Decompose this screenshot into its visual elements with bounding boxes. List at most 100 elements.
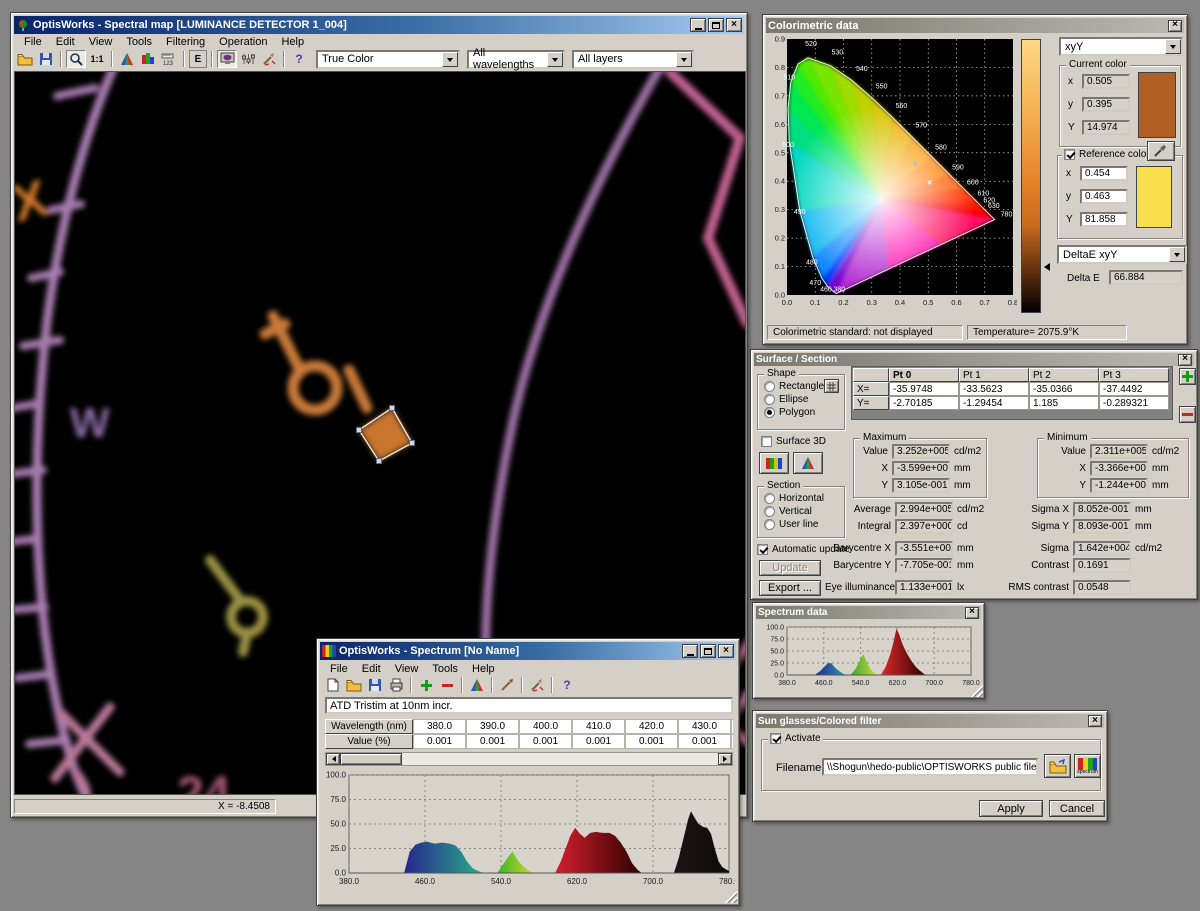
chevron-down-icon[interactable] (1169, 247, 1185, 262)
table-cell[interactable]: 0.001 (413, 734, 466, 749)
table-cell[interactable]: 0.001 (572, 734, 625, 749)
chevron-down-icon[interactable] (676, 52, 692, 67)
close-button[interactable]: × (718, 644, 734, 658)
table-cell[interactable]: 0.001 (466, 734, 519, 749)
print-icon[interactable] (386, 676, 406, 694)
table-cell[interactable]: 410.0 (572, 719, 625, 734)
title-bar[interactable]: OptisWorks - Spectral map [LUMINANCE DET… (14, 16, 744, 34)
e-tool-icon[interactable]: E (189, 50, 207, 68)
menu-edit[interactable]: Edit (50, 35, 81, 49)
close-button[interactable]: × (1168, 20, 1182, 32)
table-cell[interactable]: 380.0 (413, 719, 466, 734)
column-header[interactable]: Pt 3 (1099, 368, 1169, 382)
browse-button[interactable] (1044, 754, 1071, 778)
menu-help[interactable]: Help (466, 662, 501, 676)
help-icon[interactable]: ? (557, 676, 577, 694)
spectrum-view-button[interactable] (759, 452, 789, 474)
menu-help[interactable]: Help (275, 35, 310, 49)
reference-color-checkbox[interactable] (1064, 149, 1075, 160)
cie-diagram-icon[interactable] (467, 676, 487, 694)
remove-point-button[interactable] (1179, 406, 1196, 423)
table-cell[interactable]: 420.0 (625, 719, 678, 734)
open-icon[interactable] (344, 676, 364, 694)
table-cell[interactable]: 0.001 (678, 734, 731, 749)
menu-tools[interactable]: Tools (120, 35, 158, 49)
wavelength-table[interactable]: Wavelength (nm)380.0390.0400.0410.0420.0… (325, 719, 733, 750)
delta-mode-combo[interactable]: DeltaE xyY (1057, 245, 1187, 264)
new-icon[interactable] (323, 676, 343, 694)
scroll-right-button[interactable] (718, 753, 732, 765)
wavelengths-combo[interactable]: All wavelengths (467, 50, 565, 69)
maximize-button[interactable] (708, 18, 724, 32)
radio-horizontal[interactable] (764, 493, 775, 504)
one-to-one-icon[interactable]: 1:1 (87, 50, 107, 68)
minimize-button[interactable] (682, 644, 698, 658)
column-header[interactable]: Pt 1 (959, 368, 1029, 382)
levels-icon[interactable] (238, 50, 258, 68)
reference-Y-field[interactable]: 81.858 (1080, 212, 1128, 227)
table-cell[interactable]: -2.70185 (889, 396, 959, 410)
measure-icon[interactable] (259, 50, 279, 68)
open-icon[interactable] (15, 50, 35, 68)
title-bar[interactable]: Colorimetric data × (766, 18, 1184, 33)
table-cell[interactable]: -35.9748 (889, 382, 959, 396)
column-header[interactable]: Pt 2 (1029, 368, 1099, 382)
table-cell[interactable]: 1.185 (1029, 396, 1099, 410)
eyedropper-button[interactable] (1147, 141, 1175, 161)
title-bar[interactable]: Sun glasses/Colored filter × (756, 714, 1104, 728)
radio-polygon[interactable] (764, 407, 775, 418)
menu-file[interactable]: File (324, 662, 354, 676)
cie-diagram-icon[interactable] (117, 50, 137, 68)
display-icon[interactable] (217, 50, 237, 68)
table-cell[interactable]: 1.17 (731, 734, 733, 749)
table-cell[interactable]: -37.4492 (1099, 382, 1169, 396)
menu-view[interactable]: View (83, 35, 119, 49)
horizontal-scrollbar[interactable] (325, 752, 733, 766)
add-point-button[interactable] (1179, 368, 1196, 385)
save-icon[interactable] (365, 676, 385, 694)
menu-view[interactable]: View (389, 662, 425, 676)
shape-picker-button[interactable] (824, 379, 839, 393)
table-cell[interactable]: 440.0 (731, 719, 733, 734)
apply-button[interactable]: Apply (979, 800, 1043, 817)
menu-tools[interactable]: Tools (426, 662, 464, 676)
display-mode-combo[interactable]: True Color (316, 50, 460, 69)
close-button[interactable]: × (726, 18, 742, 32)
close-button[interactable]: × (965, 607, 979, 619)
pen-icon[interactable] (497, 676, 517, 694)
maximize-button[interactable] (700, 644, 716, 658)
menu-filtering[interactable]: Filtering (160, 35, 211, 49)
reference-y-field[interactable]: 0.463 (1080, 189, 1128, 204)
table-cell[interactable]: 400.0 (519, 719, 572, 734)
automatic-update-checkbox[interactable] (757, 544, 768, 555)
help-icon[interactable]: ? (289, 50, 309, 68)
cancel-button[interactable]: Cancel (1049, 800, 1105, 817)
export-button[interactable]: Export ... (759, 580, 821, 596)
ruler-123-icon[interactable]: 123 (159, 50, 179, 68)
spectrum-name-input[interactable]: ATD Tristim at 10nm incr. (325, 697, 733, 714)
surface-3d-checkbox[interactable] (761, 436, 772, 447)
remove-icon[interactable] (437, 676, 457, 694)
radio-ellipse[interactable] (764, 394, 775, 405)
scrollbar-thumb[interactable] (340, 753, 402, 765)
table-cell[interactable]: -1.29454 (959, 396, 1029, 410)
column-header[interactable]: Pt 0 (889, 368, 959, 382)
scroll-left-button[interactable] (326, 753, 340, 765)
table-cell[interactable]: 0.001 (625, 734, 678, 749)
activate-checkbox[interactable] (770, 733, 781, 744)
rgb-bars-icon[interactable] (138, 50, 158, 68)
title-bar[interactable]: Surface / Section × (754, 353, 1194, 366)
table-cell[interactable]: 430.0 (678, 719, 731, 734)
filename-input[interactable]: \\Shogun\hedo-public\OPTISWORKS public f… (822, 758, 1038, 776)
menu-file[interactable]: File (18, 35, 48, 49)
radio-rectangle[interactable] (764, 381, 775, 392)
minimize-button[interactable] (690, 18, 706, 32)
title-bar[interactable]: Spectrum data × (756, 606, 981, 619)
close-button[interactable]: × (1088, 715, 1102, 727)
close-button[interactable]: × (1178, 354, 1192, 366)
table-cell[interactable]: 390.0 (466, 719, 519, 734)
zoom-icon[interactable] (66, 50, 86, 68)
menu-edit[interactable]: Edit (356, 662, 387, 676)
points-table[interactable]: Pt 0Pt 1Pt 2Pt 3X=-35.9748-33.5623-35.03… (851, 366, 1173, 420)
save-icon[interactable] (36, 50, 56, 68)
